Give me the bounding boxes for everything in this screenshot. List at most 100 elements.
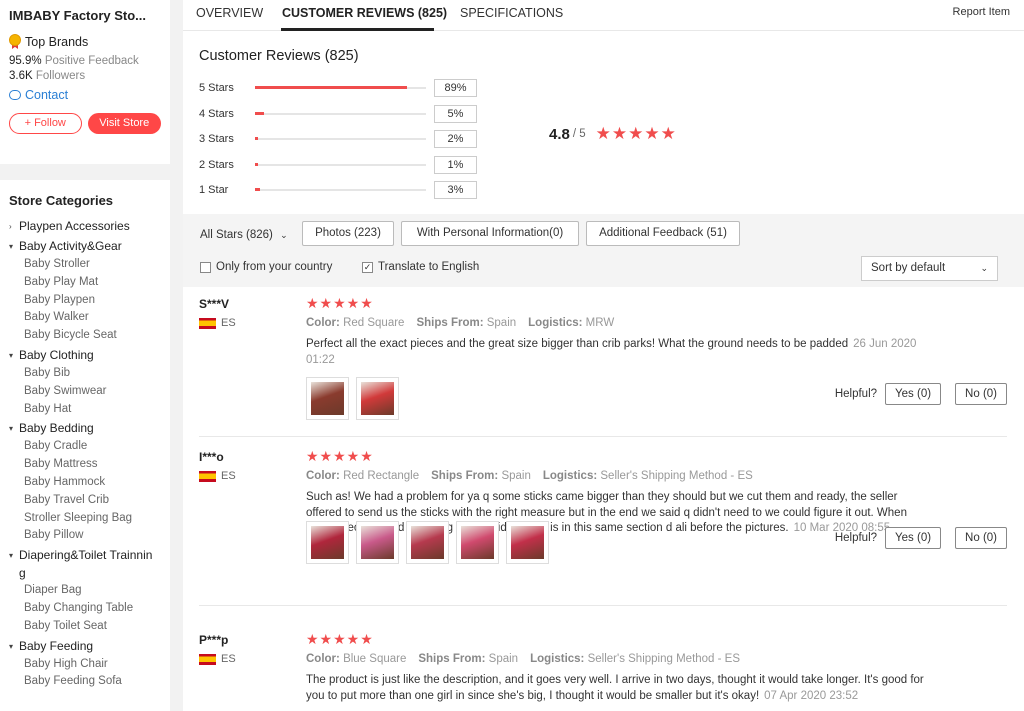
contact-link[interactable]: Contact bbox=[9, 88, 161, 102]
only-country-checkbox[interactable] bbox=[200, 261, 211, 273]
category-group-label: Baby Activity&Gear bbox=[19, 239, 122, 253]
reviewer-name: I***o bbox=[199, 450, 224, 464]
photo-image bbox=[511, 526, 544, 559]
rating-bar bbox=[255, 188, 426, 192]
helpful-label: Helpful? bbox=[834, 532, 878, 544]
photo-image bbox=[361, 382, 394, 415]
category-item[interactable]: Baby High Chair bbox=[9, 656, 161, 674]
store-categories: Store Categories › Playpen Accessories ▾ Ba… bbox=[0, 180, 170, 711]
only-country-label: Only from your country bbox=[216, 261, 333, 273]
store-name[interactable]: IMBABY Factory Sto... bbox=[9, 8, 161, 23]
spain-flag-icon bbox=[199, 470, 216, 482]
rating-row[interactable]: 2 Stars 1% bbox=[199, 155, 477, 174]
country-code: ES bbox=[221, 317, 236, 329]
badge-label: Top Brands bbox=[25, 34, 89, 49]
rating-bar-fill bbox=[255, 86, 408, 89]
country-code: ES bbox=[221, 470, 236, 482]
category-item[interactable]: Baby Cradle bbox=[9, 438, 161, 456]
rating-percent: 89% bbox=[434, 79, 477, 97]
translate-checkbox[interactable]: ✓ bbox=[362, 261, 373, 273]
review-photo-thumbnail[interactable] bbox=[406, 521, 449, 564]
category-group[interactable]: ▾ Baby Bedding bbox=[9, 419, 161, 438]
category-item[interactable]: Baby Swimwear bbox=[9, 383, 161, 401]
rating-row[interactable]: 1 Star 3% bbox=[199, 181, 477, 200]
helpful-controls: Helpful? Yes (0) No (0) bbox=[835, 383, 1007, 405]
rating-row-label: 4 Stars bbox=[199, 107, 234, 120]
category-item[interactable]: Baby Stroller bbox=[9, 256, 161, 274]
helpful-no-button[interactable]: No (0) bbox=[955, 383, 1007, 405]
rating-row-label: 1 Star bbox=[199, 184, 229, 197]
tab-overview[interactable]: OVERVIEW bbox=[196, 6, 263, 20]
review-photo-thumbnail[interactable] bbox=[356, 377, 399, 420]
rating-row[interactable]: 3 Stars 2% bbox=[199, 130, 477, 149]
rating-row[interactable]: 5 Stars 89% bbox=[199, 79, 477, 97]
rating-bar bbox=[255, 86, 426, 89]
review-meta: Color: Red Rectangle Ships From: Spain Log… bbox=[306, 470, 765, 482]
review-photo-thumbnail[interactable] bbox=[306, 521, 349, 564]
category-group-label: Baby Clothing bbox=[19, 347, 94, 362]
photos-filter-button[interactable]: Photos (223) bbox=[302, 221, 394, 246]
report-item-link[interactable]: Report Item bbox=[953, 6, 1010, 18]
follow-button[interactable]: + Follow bbox=[9, 113, 82, 134]
category-group[interactable]: ▾ Baby Clothing bbox=[9, 346, 161, 365]
category-item[interactable]: Baby Bicycle Seat bbox=[9, 327, 161, 345]
only-country-checkbox-row[interactable]: Only from your country bbox=[200, 261, 332, 273]
review-body: Perfect all the exact pieces and the gre… bbox=[306, 338, 849, 350]
sort-dropdown[interactable]: Sort by default ⌄ bbox=[861, 256, 998, 281]
review-photo-thumbnail[interactable] bbox=[356, 521, 399, 564]
review-photo-thumbnail[interactable] bbox=[506, 521, 549, 564]
review-photo-thumbnail[interactable] bbox=[306, 377, 349, 420]
helpful-no-button[interactable]: No (0) bbox=[955, 527, 1007, 549]
logistics-value: Seller's Shipping Method - ES bbox=[600, 470, 753, 482]
rating-percent: 5% bbox=[434, 104, 477, 123]
chevron-down-icon: ⌄ bbox=[280, 230, 288, 240]
category-item[interactable]: Baby Travel Crib bbox=[9, 492, 161, 510]
ships-from-value: Spain bbox=[501, 470, 531, 482]
category-item[interactable]: Diaper Bag bbox=[9, 582, 161, 600]
additional-feedback-filter-button[interactable]: Additional Feedback (51) bbox=[586, 221, 740, 246]
ships-from-value: Spain bbox=[486, 317, 517, 329]
rating-row[interactable]: 4 Stars 5% bbox=[199, 104, 477, 123]
left-column: IMBABY Factory Sto... Top Brands 95.9% P… bbox=[0, 0, 170, 711]
category-group[interactable]: › Playpen Accessories bbox=[9, 217, 161, 236]
rating-row-label: 3 Stars bbox=[199, 133, 234, 146]
photo-image bbox=[361, 526, 394, 559]
category-group[interactable]: ▾ Baby Feeding bbox=[9, 637, 161, 656]
rating-bar-fill bbox=[255, 137, 259, 141]
category-item[interactable]: Baby Toilet Seat bbox=[9, 618, 161, 636]
category-item[interactable]: Baby Play Mat bbox=[9, 274, 161, 292]
all-stars-dropdown[interactable]: All Stars (826) ⌄ bbox=[200, 229, 288, 241]
category-group[interactable]: ▾ Diapering&Toilet Trainnin g bbox=[9, 546, 161, 582]
followers-value: 3.6K bbox=[9, 70, 33, 82]
category-item[interactable]: Baby Hat bbox=[9, 401, 161, 419]
reviewer-country: ES bbox=[199, 470, 236, 482]
photo-image bbox=[461, 526, 494, 559]
review-photo-thumbnail[interactable] bbox=[456, 521, 499, 564]
category-item[interactable]: Baby Pillow bbox=[9, 527, 161, 545]
category-item[interactable]: Baby Playpen bbox=[9, 292, 161, 310]
tab-specifications[interactable]: SPECIFICATIONS bbox=[460, 6, 563, 20]
category-item[interactable]: Baby Changing Table bbox=[9, 600, 161, 618]
visit-store-button[interactable]: Visit Store bbox=[87, 113, 161, 134]
translate-checkbox-row[interactable]: ✓ Translate to English bbox=[362, 261, 479, 273]
helpful-yes-button[interactable]: Yes (0) bbox=[885, 383, 942, 405]
logistics-label: Logistics: bbox=[542, 470, 598, 482]
category-item[interactable]: Baby Bib bbox=[9, 365, 161, 383]
category-item[interactable]: Baby Hammock bbox=[9, 474, 161, 492]
color-value: Blue Square bbox=[343, 653, 407, 665]
category-item[interactable]: Baby Feeding Sofa bbox=[9, 673, 161, 691]
category-item[interactable]: Baby Mattress bbox=[9, 456, 161, 474]
overall-rating: 4.8 / 5 ★★★★★ bbox=[549, 124, 677, 144]
color-value: Red Rectangle bbox=[343, 470, 420, 482]
tab-customer-reviews[interactable]: CUSTOMER REVIEWS (825) bbox=[282, 6, 447, 20]
logistics-label: Logistics: bbox=[528, 317, 583, 329]
category-item[interactable]: Baby Walker bbox=[9, 309, 161, 327]
rating-percent: 1% bbox=[434, 155, 477, 174]
helpful-yes-button[interactable]: Yes (0) bbox=[885, 527, 942, 549]
review-text: The product is just like the description… bbox=[306, 673, 926, 704]
main-panel: OVERVIEW CUSTOMER REVIEWS (825) SPECIFIC… bbox=[183, 0, 1024, 711]
personal-info-filter-button[interactable]: With Personal Information(0) bbox=[401, 221, 579, 246]
category-item[interactable]: Stroller Sleeping Bag bbox=[9, 510, 161, 528]
rating-value: 4.8 bbox=[549, 125, 570, 143]
category-group[interactable]: ▾ Baby Activity&Gear bbox=[9, 237, 161, 256]
